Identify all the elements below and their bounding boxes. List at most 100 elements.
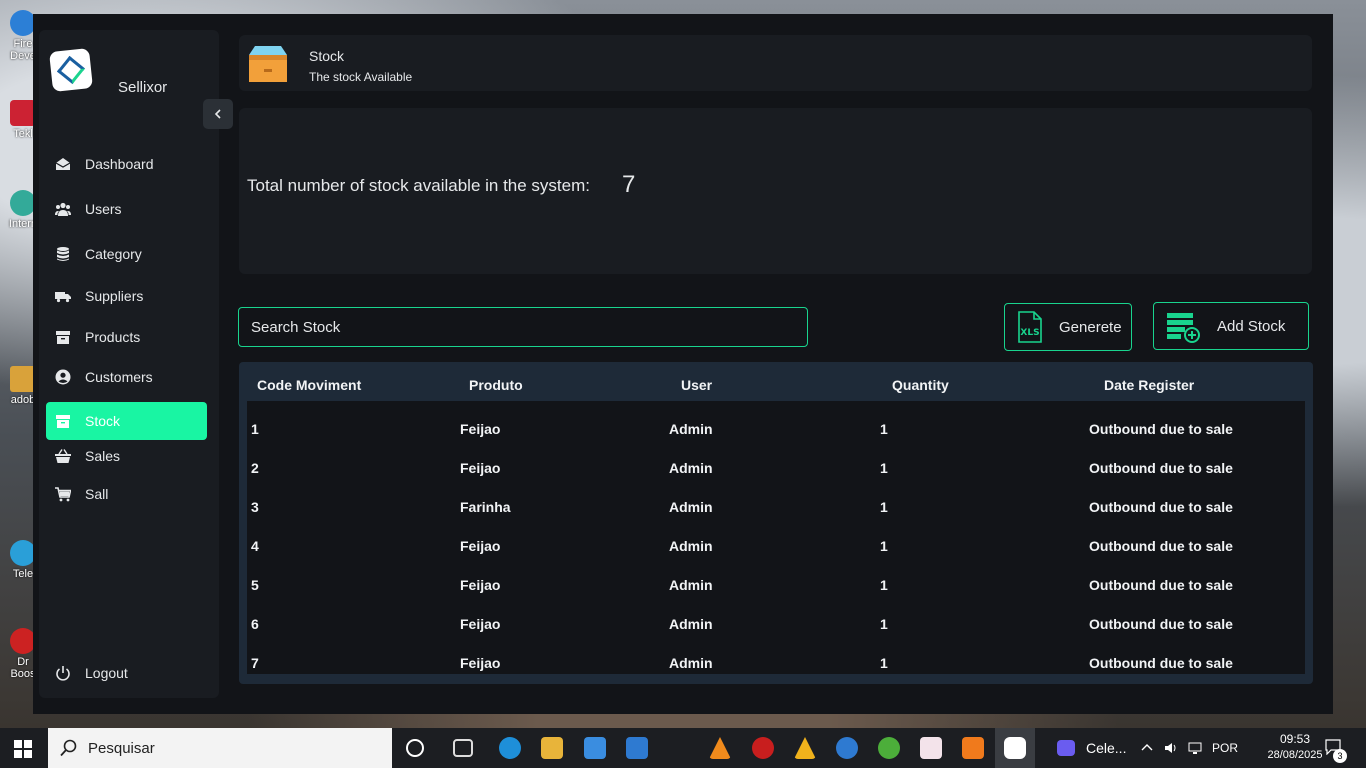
stock-table: Code Moviment Produto User Quantity Date…: [239, 362, 1313, 684]
truck-icon: [54, 288, 72, 304]
table-cell: 5: [251, 577, 259, 593]
column-header-product[interactable]: Produto: [469, 377, 523, 393]
store-icon[interactable]: [584, 737, 606, 759]
windows-start-icon[interactable]: [14, 740, 32, 758]
b4j-icon[interactable]: [920, 737, 942, 759]
clock-date[interactable]: 28/08/2025: [1262, 749, 1328, 761]
sidebar-item-suppliers[interactable]: Suppliers: [46, 277, 207, 315]
table-row[interactable]: 1 Feijao Admin 1 Outbound due to sale: [247, 401, 1305, 440]
column-header-user[interactable]: User: [681, 377, 712, 393]
sidebar-collapse-button[interactable]: [203, 99, 233, 129]
table-cell: 1: [880, 460, 888, 476]
table-cell: Admin: [669, 616, 713, 632]
edge-icon[interactable]: [499, 737, 521, 759]
sidebar-item-category[interactable]: Category: [46, 235, 207, 273]
table-cell: Admin: [669, 538, 713, 554]
app-window: Sellixor Dashboard Users Category Suppli…: [33, 14, 1333, 714]
clock-time[interactable]: 09:53: [1262, 732, 1328, 746]
video-app-icon[interactable]: [1057, 740, 1075, 756]
column-header-quantity[interactable]: Quantity: [892, 377, 949, 393]
table-cell: Outbound due to sale: [1089, 538, 1233, 554]
table-cell: Admin: [669, 421, 713, 437]
add-stock-button[interactable]: Add Stock: [1153, 302, 1309, 350]
brand-name: Sellixor: [118, 79, 168, 96]
archive-box-icon: [54, 329, 72, 345]
sidebar-item-users[interactable]: Users: [46, 190, 207, 228]
table-cell: 1: [880, 538, 888, 554]
network-icon[interactable]: [1188, 741, 1202, 755]
table-cell: 1: [880, 616, 888, 632]
sidebar-item-sales[interactable]: Sales: [46, 437, 207, 475]
users-icon: [54, 201, 72, 217]
table-cell: Feijao: [460, 616, 501, 632]
database-icon: [54, 246, 72, 262]
table-body: 1 Feijao Admin 1 Outbound due to sale 2 Feijao…: [247, 401, 1305, 674]
search-input[interactable]: [238, 307, 808, 347]
table-cell: Outbound due to sale: [1089, 460, 1233, 476]
page-title: Stock: [309, 48, 345, 64]
table-row[interactable]: 7 Feijao Admin 1 Outbound due to sale: [247, 635, 1305, 674]
power-icon: [54, 665, 72, 681]
taskbar-search[interactable]: Pesquisar: [48, 728, 392, 768]
utorrent-icon[interactable]: [878, 737, 900, 759]
mail-icon[interactable]: [626, 737, 648, 759]
add-stock-icon: [1167, 313, 1200, 343]
table-cell: 4: [251, 538, 259, 554]
brand-logo: [49, 48, 93, 92]
sidebar-item-products[interactable]: Products: [46, 318, 207, 356]
xls-file-icon: XLS: [1018, 311, 1042, 343]
table-row[interactable]: 3 Farinha Admin 1 Outbound due to sale: [247, 479, 1305, 518]
xampp-icon[interactable]: [962, 737, 984, 759]
table-cell: 1: [880, 499, 888, 515]
table-cell: Feijao: [460, 655, 501, 671]
table-cell: 6: [251, 616, 259, 632]
sidebar-item-dashboard[interactable]: Dashboard: [46, 145, 207, 183]
column-header-code[interactable]: Code Moviment: [257, 377, 361, 393]
logout-button[interactable]: Logout: [46, 654, 207, 692]
table-cell: Admin: [669, 577, 713, 593]
notification-count: 3: [1333, 749, 1347, 763]
cortana-icon[interactable]: [406, 739, 424, 757]
table-cell: Outbound due to sale: [1089, 421, 1233, 437]
sidebar-item-customers[interactable]: Customers: [46, 358, 207, 396]
taskbar: Pesquisar Cele... POR 09:53 28/08/2025 3: [0, 728, 1366, 768]
table-row[interactable]: 6 Feijao Admin 1 Outbound due to sale: [247, 596, 1305, 635]
table-row[interactable]: 4 Feijao Admin 1 Outbound due to sale: [247, 518, 1305, 557]
vlc-icon[interactable]: [709, 737, 731, 759]
table-cell: Feijao: [460, 538, 501, 554]
table-cell: 1: [880, 421, 888, 437]
sidebar-item-sall[interactable]: Sall: [46, 475, 207, 513]
taskbar-app-label[interactable]: Cele...: [1086, 740, 1126, 756]
page-header: Stock The stock Available: [239, 35, 1312, 91]
table-cell: Admin: [669, 655, 713, 671]
basket-icon: [54, 448, 72, 464]
table-cell: Feijao: [460, 460, 501, 476]
table-cell: 7: [251, 655, 259, 671]
page-subtitle: The stock Available: [309, 70, 413, 84]
sidebar-item-stock[interactable]: Stock: [46, 402, 207, 440]
user-circle-icon: [54, 369, 72, 385]
table-row[interactable]: 5 Feijao Admin 1 Outbound due to sale: [247, 557, 1305, 596]
language-indicator[interactable]: POR: [1212, 741, 1238, 755]
search-icon: [60, 739, 77, 757]
volume-icon[interactable]: [1164, 741, 1178, 755]
table-cell: 1: [251, 421, 259, 437]
stock-total-value: 7: [622, 171, 636, 198]
file-explorer-icon[interactable]: [541, 737, 563, 759]
table-cell: Outbound due to sale: [1089, 655, 1233, 671]
table-cell: 1: [880, 655, 888, 671]
svg-text:XLS: XLS: [1020, 328, 1039, 338]
table-cell: Feijao: [460, 577, 501, 593]
app-yellow-icon[interactable]: [794, 737, 816, 759]
generate-xls-button[interactable]: XLS Generete: [1004, 303, 1132, 351]
firefox-dev-icon[interactable]: [836, 737, 858, 759]
envelope-open-icon: [54, 156, 72, 172]
stock-total-label: Total number of stock available in the s…: [247, 176, 590, 195]
table-row[interactable]: 2 Feijao Admin 1 Outbound due to sale: [247, 440, 1305, 479]
app-red-icon[interactable]: [752, 737, 774, 759]
chevron-up-icon[interactable]: [1140, 741, 1154, 755]
table-cell: 3: [251, 499, 259, 515]
column-header-date[interactable]: Date Register: [1104, 377, 1194, 393]
table-cell: Admin: [669, 460, 713, 476]
task-view-icon[interactable]: [453, 739, 473, 757]
